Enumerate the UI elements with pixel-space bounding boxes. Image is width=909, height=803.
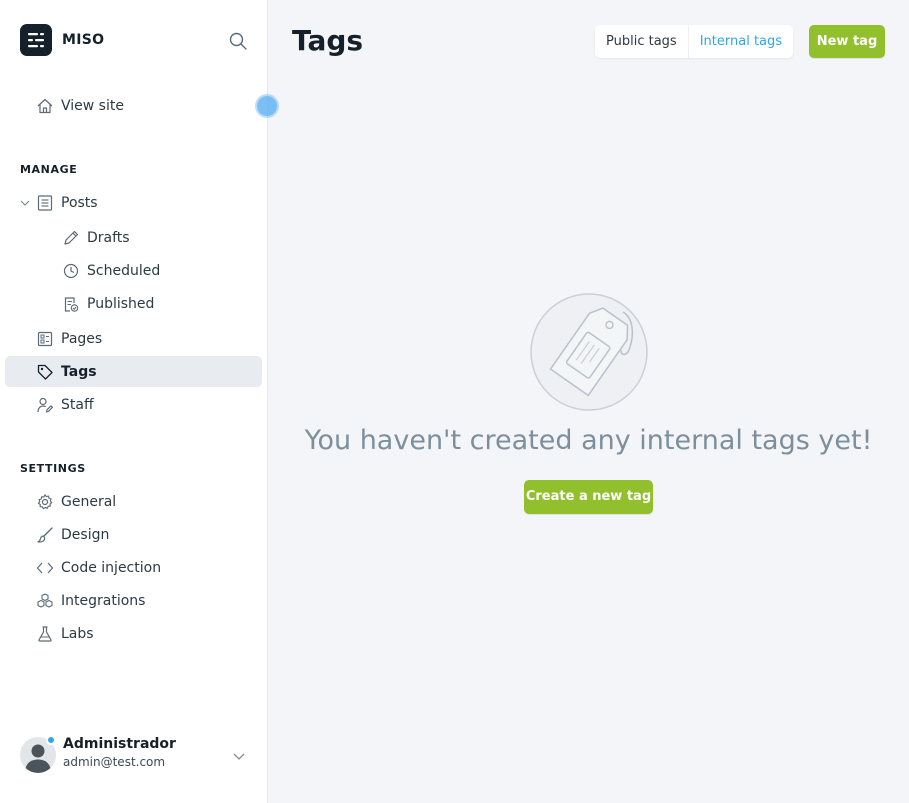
user-name: Administrador (63, 736, 176, 752)
status-dot (46, 735, 56, 745)
nav-tags-label: Tags (61, 363, 97, 380)
brand-logo-icon (20, 24, 52, 56)
chevron-down-icon[interactable] (19, 197, 31, 209)
nav-posts[interactable]: Posts (5, 187, 262, 218)
user-email: admin@test.com (63, 755, 166, 769)
nav-code-injection-label: Code injection (61, 559, 162, 576)
manage-section-title: MANAGE (20, 163, 78, 176)
posts-icon (35, 193, 55, 213)
nav-published-label: Published (87, 295, 155, 312)
page-title: Tags (292, 24, 364, 57)
brand[interactable]: MISO (20, 24, 104, 56)
staff-icon (35, 395, 55, 415)
user-menu[interactable]: Administrador admin@test.com (20, 734, 260, 774)
nav-view-site-label: View site (61, 97, 124, 114)
nav-design-label: Design (61, 526, 110, 543)
flask-icon (35, 624, 55, 644)
sidebar: MISO View site MANAGE Posts Drafts Sched… (0, 0, 277, 803)
tab-internal-tags[interactable]: Internal tags (687, 25, 793, 58)
home-icon (35, 96, 55, 116)
nav-design[interactable]: Design (5, 519, 262, 550)
nav-drafts-label: Drafts (87, 229, 130, 246)
nav-code-injection[interactable]: Code injection (5, 552, 262, 583)
nav-drafts[interactable]: Drafts (5, 222, 262, 253)
cursor-indicator (257, 96, 277, 116)
nav-labs[interactable]: Labs (5, 618, 262, 649)
nav-staff-label: Staff (61, 396, 94, 413)
pages-icon (35, 329, 55, 349)
nav-integrations[interactable]: Integrations (5, 585, 262, 616)
pencil-icon (61, 228, 81, 248)
nav-tags[interactable]: Tags (5, 356, 262, 387)
nav-pages-label: Pages (61, 330, 103, 347)
chevron-down-icon[interactable] (232, 748, 246, 762)
code-icon (35, 558, 55, 578)
integrations-icon (35, 591, 55, 611)
nav-scheduled-label: Scheduled (87, 262, 161, 279)
published-icon (61, 294, 81, 314)
nav-published[interactable]: Published (5, 288, 262, 319)
nav-pages[interactable]: Pages (5, 323, 262, 354)
search-icon[interactable] (228, 31, 248, 51)
empty-state-message: You haven't created any internal tags ye… (304, 425, 873, 456)
tag-illustration-icon (529, 292, 649, 412)
brand-name: MISO (62, 32, 105, 48)
nav-scheduled[interactable]: Scheduled (5, 255, 262, 286)
gear-icon (35, 492, 55, 512)
nav-view-site[interactable]: View site (5, 90, 262, 121)
brush-icon (35, 525, 55, 545)
nav-labs-label: Labs (61, 625, 94, 642)
clock-icon (61, 261, 81, 281)
nav-staff[interactable]: Staff (5, 389, 262, 420)
tag-type-switch: Public tags Internal tags (595, 25, 794, 58)
new-tag-button[interactable]: New tag (809, 25, 885, 58)
nav-integrations-label: Integrations (61, 592, 146, 609)
nav-general[interactable]: General (5, 486, 262, 517)
settings-section-title: SETTINGS (20, 462, 86, 475)
tag-icon (35, 362, 55, 382)
create-new-tag-button[interactable]: Create a new tag (524, 480, 653, 514)
tab-public-tags[interactable]: Public tags (595, 25, 688, 58)
nav-posts-label: Posts (61, 194, 98, 211)
nav-general-label: General (61, 493, 117, 510)
